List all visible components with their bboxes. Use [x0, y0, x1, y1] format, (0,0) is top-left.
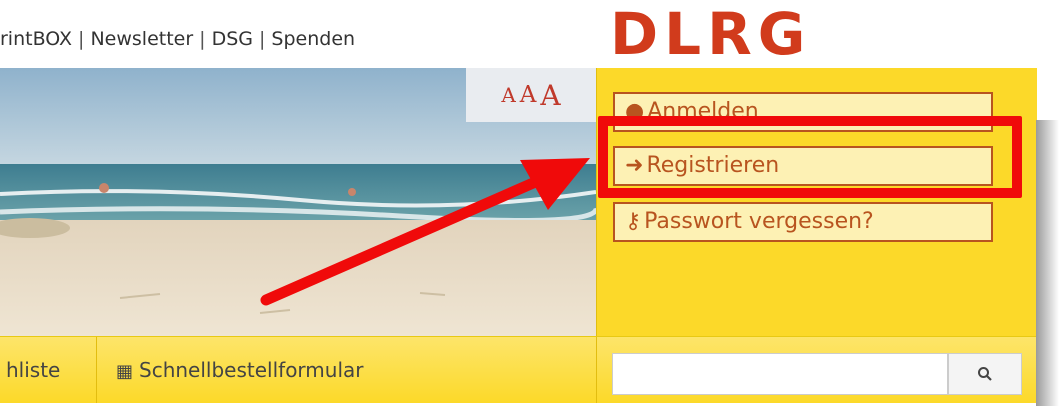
nav-separator: |: [78, 28, 85, 50]
divider: [596, 337, 597, 403]
person-icon: ●: [625, 99, 645, 124]
login-label: Anmelden: [647, 99, 759, 124]
search-icon: [978, 367, 992, 381]
top-navigation: rintBOX | Newsletter | DSG | Spenden: [0, 28, 355, 58]
nav-link-newsletter[interactable]: Newsletter: [90, 28, 193, 50]
search-button[interactable]: [948, 353, 1022, 395]
dlrg-logo[interactable]: DLRG: [610, 5, 910, 63]
divider: [96, 337, 97, 403]
login-panel: ● Anmelden ➜ Registrieren ⚷ Passwort verges…: [596, 68, 1037, 336]
nav-separator: |: [199, 28, 206, 50]
register-label: Registrieren: [646, 153, 780, 178]
quick-order-link[interactable]: ▦ Schnellbestellformular: [116, 337, 364, 403]
font-size-large-button[interactable]: A: [540, 79, 560, 112]
forgot-password-button[interactable]: ⚷ Passwort vergessen?: [613, 202, 993, 242]
font-size-medium-button[interactable]: A: [520, 82, 537, 108]
quick-order-label: Schnellbestellformular: [139, 358, 364, 382]
nav-separator: |: [259, 28, 266, 50]
font-size-small-button[interactable]: A: [501, 83, 515, 107]
register-button[interactable]: ➜ Registrieren: [613, 146, 993, 186]
search-input[interactable]: [612, 353, 948, 395]
bottom-bar: hliste ▦ Schnellbestellformular: [0, 336, 1036, 403]
sign-in-icon: ➜: [625, 153, 644, 178]
key-icon: ⚷: [625, 209, 642, 234]
grid-icon: ▦: [116, 361, 134, 382]
forgot-password-label: Passwort vergessen?: [644, 209, 874, 234]
wishlist-link[interactable]: hliste: [6, 337, 60, 403]
nav-link-dsg[interactable]: DSG: [212, 28, 253, 50]
font-size-control: A A A: [466, 68, 596, 122]
nav-link-spenden[interactable]: Spenden: [271, 28, 355, 50]
page-shadow: [1036, 120, 1059, 406]
nav-link-printbox[interactable]: rintBOX: [0, 28, 72, 50]
login-button[interactable]: ● Anmelden: [613, 92, 993, 132]
